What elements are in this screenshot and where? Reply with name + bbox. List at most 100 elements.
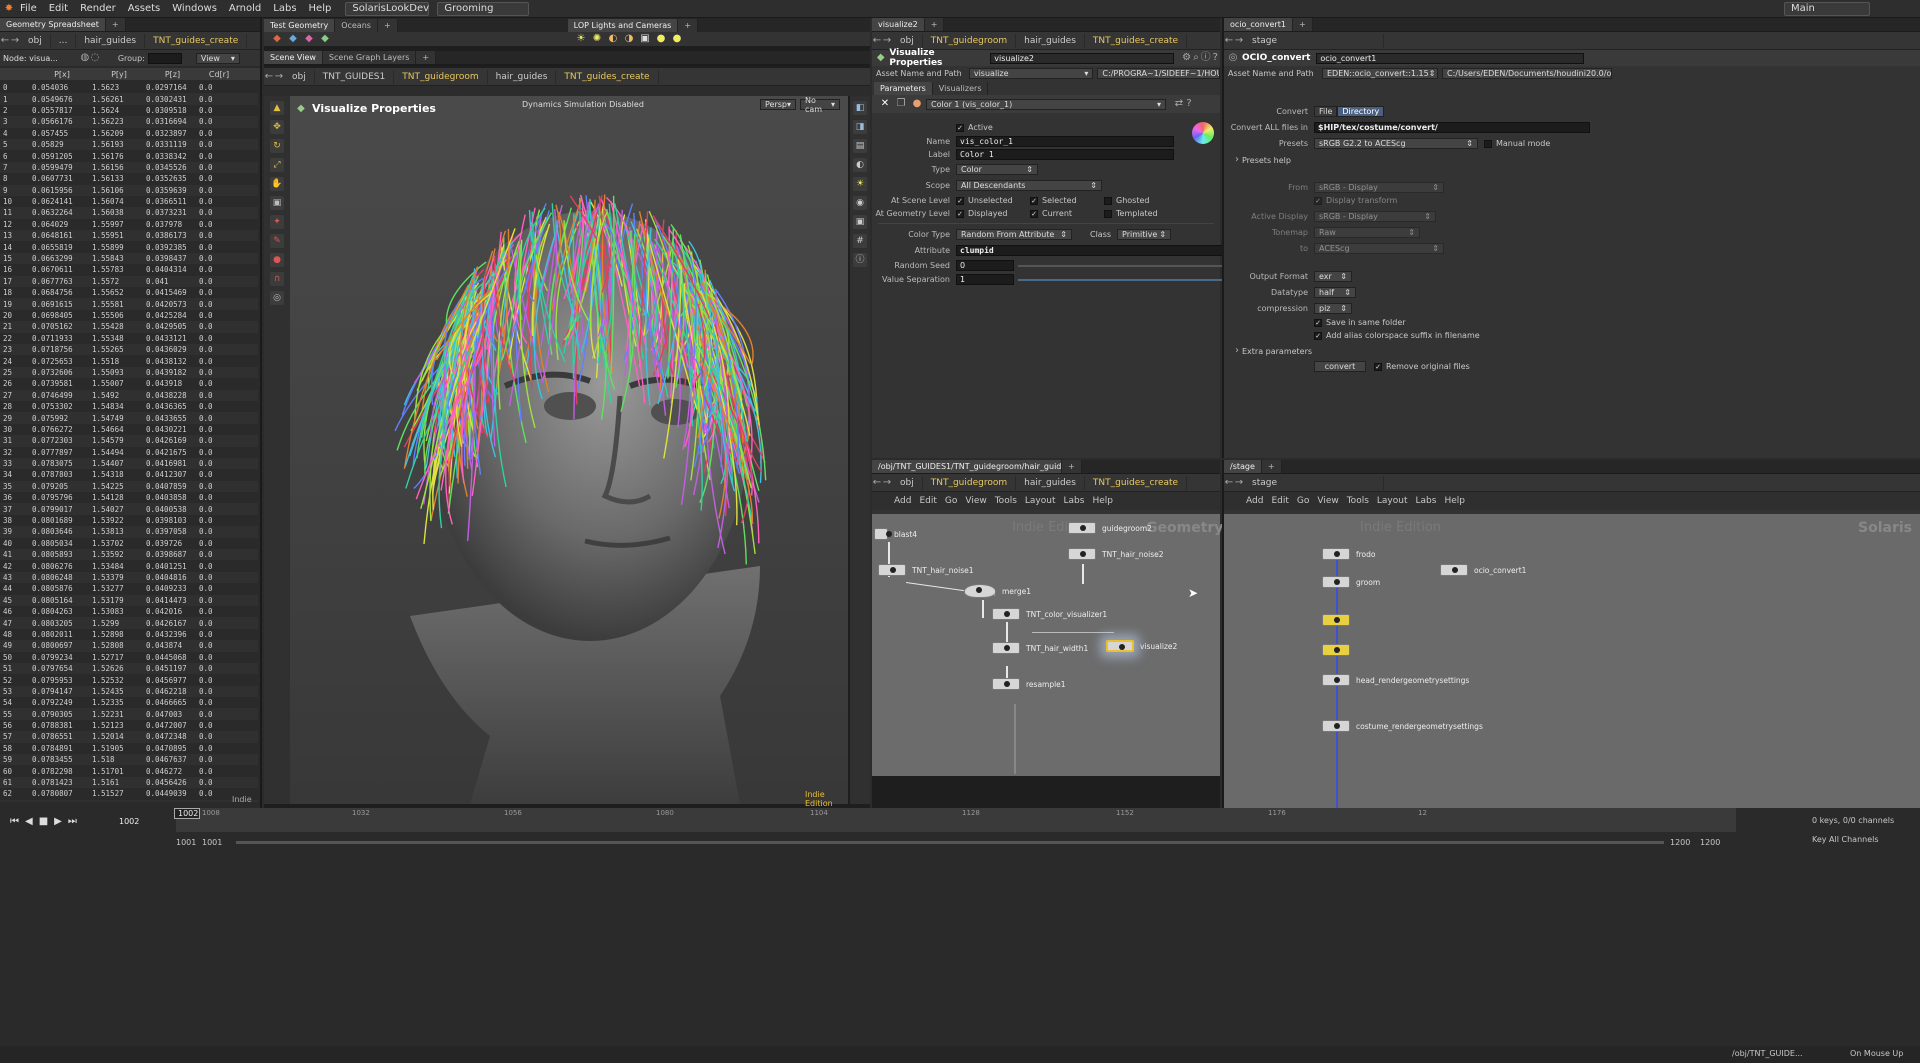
crumb-tnt-guidegroom[interactable]: TNT_guidegroom xyxy=(923,33,1017,48)
table-row[interactable]: 21 0.0705162 1.55428 0.0429505 0.0 xyxy=(0,321,258,333)
net-menu-go[interactable]: Go xyxy=(945,496,957,506)
help-icon[interactable]: ? xyxy=(1211,53,1220,63)
close-icon[interactable]: ✕ xyxy=(880,99,890,109)
current-frame-field[interactable]: 1002 xyxy=(116,816,148,827)
net-menu-layout[interactable]: Layout xyxy=(1377,496,1408,506)
from-dropdown[interactable]: sRGB - Display ⇕ xyxy=(1314,182,1444,193)
table-row[interactable]: 60 0.0782298 1.51701 0.046272 0.0 xyxy=(0,765,258,776)
label-field[interactable]: Color 1 xyxy=(956,149,1174,160)
light-icon[interactable]: ✺ xyxy=(592,34,602,44)
manual-mode-checkbox[interactable] xyxy=(1484,139,1492,148)
add-tab-button[interactable]: + xyxy=(1261,460,1282,473)
crumb-tnt-guides-create[interactable]: TNT_guides_create xyxy=(556,69,659,84)
play-reverse-icon[interactable]: ◀ xyxy=(25,816,33,827)
templated-checkbox[interactable] xyxy=(1104,209,1112,218)
active-checkbox[interactable]: ✓ xyxy=(956,123,964,132)
tab-test-geometry[interactable]: Test Geometry xyxy=(264,19,336,32)
select-tool-icon[interactable]: ▲ xyxy=(270,101,284,115)
help-icon[interactable]: ? xyxy=(1184,99,1194,109)
menu-labs[interactable]: Labs xyxy=(267,3,302,14)
light-icon[interactable]: ● xyxy=(656,34,666,44)
net-menu-add[interactable]: Add xyxy=(1246,496,1263,506)
table-row[interactable]: 52 0.0795953 1.52532 0.0456977 0.0 xyxy=(0,674,258,685)
stop-icon[interactable]: ■ xyxy=(39,816,48,827)
filter-icon[interactable]: ◍ xyxy=(80,53,90,63)
to-dropdown[interactable]: ACEScg ⇕ xyxy=(1314,243,1444,254)
camera-menu[interactable]: No cam ▾ xyxy=(800,96,840,114)
output-format-dropdown[interactable]: exr ⇕ xyxy=(1314,271,1352,282)
table-row[interactable]: 25 0.0732606 1.55093 0.0439182 0.0 xyxy=(0,366,258,379)
active-display-dropdown[interactable]: sRGB - Display ⇕ xyxy=(1314,211,1436,222)
range-start2[interactable]: 1001 xyxy=(202,838,222,847)
first-frame-icon[interactable]: ⏮ xyxy=(10,816,19,827)
tab-visualize2[interactable]: visualize2 xyxy=(872,18,925,31)
table-row[interactable]: 13 0.0648161 1.55951 0.0386173 0.0 xyxy=(0,230,258,242)
remove-originals-checkbox[interactable]: ✓ xyxy=(1374,362,1382,371)
net-menu-view[interactable]: View xyxy=(1317,496,1338,506)
displayed-checkbox[interactable]: ✓ xyxy=(956,209,964,218)
tab-stage[interactable]: /stage xyxy=(1224,460,1262,473)
snap-icon[interactable]: ◎ xyxy=(270,291,284,305)
table-row[interactable]: 59 0.0783455 1.518 0.0467637 0.0 xyxy=(0,754,258,766)
scope-dropdown[interactable]: All Descendants ⇕ xyxy=(956,180,1102,191)
table-row[interactable]: 23 0.0718756 1.55265 0.0436029 0.0 xyxy=(0,343,258,356)
add-tab-button[interactable]: + xyxy=(924,18,945,31)
menu-arnold[interactable]: Arnold xyxy=(223,3,267,14)
camera-icon[interactable]: ▣ xyxy=(640,34,650,44)
table-row[interactable]: 19 0.0691615 1.55581 0.0420573 0.0 xyxy=(0,298,258,310)
display-transform-checkbox[interactable]: ✓ xyxy=(1314,196,1322,205)
crumb-stage[interactable]: stage xyxy=(1244,33,1384,48)
visibility-icon[interactable]: ◉ xyxy=(853,196,867,210)
magnet-icon[interactable]: ∩ xyxy=(270,272,284,286)
light-icon[interactable]: ☀ xyxy=(853,177,867,191)
table-row[interactable]: 50 0.0799234 1.52717 0.0445068 0.0 xyxy=(0,652,258,663)
forward-icon[interactable]: → xyxy=(882,35,892,46)
display-option-icon[interactable]: ◧ xyxy=(853,101,867,115)
light-icon[interactable]: ● xyxy=(672,34,682,44)
table-row[interactable]: 44 0.0805876 1.53277 0.0409233 0.0 xyxy=(0,583,258,594)
table-row[interactable]: 58 0.0784891 1.51905 0.0470895 0.0 xyxy=(0,743,258,754)
range-start[interactable]: 1001 xyxy=(176,838,196,847)
col-pz[interactable]: P[z] xyxy=(146,70,199,79)
table-row[interactable]: 42 0.0806276 1.53484 0.0401251 0.0 xyxy=(0,560,258,571)
table-row[interactable]: 1 0.0549676 1.56261 0.0302431 0.0 xyxy=(0,93,258,105)
node-resample1[interactable]: resample1 xyxy=(992,678,1066,690)
value-sep-slider[interactable] xyxy=(1018,278,1248,281)
copy-icon[interactable]: ❐ xyxy=(896,99,906,109)
table-row[interactable]: 27 0.0746499 1.5492 0.0438228 0.0 xyxy=(0,389,258,401)
node-tnt-hair-noise2[interactable]: TNT_hair_noise2 xyxy=(1068,548,1164,560)
add-tab-button[interactable]: + xyxy=(1062,460,1082,473)
forward-icon[interactable]: → xyxy=(274,71,284,82)
table-row[interactable]: 630.07804291.514520.04408110.0 xyxy=(0,799,258,802)
lop-node-prune2[interactable] xyxy=(1322,644,1356,656)
table-row[interactable]: 16 0.0670611 1.55783 0.0404314 0.0 xyxy=(0,264,258,275)
lop-node-frodo[interactable]: frodo xyxy=(1322,548,1376,560)
tab-scene-graph-layers[interactable]: Scene Graph Layers xyxy=(322,51,417,64)
light-icon[interactable]: ☀ xyxy=(576,34,586,44)
table-row[interactable]: 34 0.0787803 1.54318 0.0412307 0.0 xyxy=(0,469,258,480)
shading-icon[interactable]: ◐ xyxy=(853,158,867,172)
table-row[interactable]: 45 0.0805164 1.53179 0.0414473 0.0 xyxy=(0,594,258,606)
crumb-hair-guides[interactable]: hair_guides xyxy=(488,69,557,84)
search-icon[interactable]: ⌕ xyxy=(1191,53,1200,63)
light-icon[interactable]: ◑ xyxy=(624,34,634,44)
table-row[interactable]: 28 0.0753302 1.54834 0.0436365 0.0 xyxy=(0,401,258,412)
link-icon[interactable]: ⇄ xyxy=(1174,99,1184,109)
node-tnt-hair-noise1[interactable]: TNT_hair_noise1 xyxy=(878,564,974,576)
node-name-field[interactable]: visualize2 xyxy=(990,52,1174,64)
alias-suffix-checkbox[interactable]: ✓ xyxy=(1314,331,1322,340)
table-row[interactable]: 46 0.0804263 1.53083 0.042016 0.0 xyxy=(0,606,258,617)
node-blast4[interactable]: blast4 xyxy=(874,528,917,540)
same-folder-checkbox[interactable]: ✓ xyxy=(1314,318,1322,327)
random-seed-field[interactable]: 0 xyxy=(956,260,1014,271)
table-row[interactable]: 2 0.0557817 1.5624 0.0309518 0.0 xyxy=(0,105,258,116)
lop-node-prune1[interactable] xyxy=(1322,614,1356,626)
menu-render[interactable]: Render xyxy=(74,3,122,14)
table-row[interactable]: 17 0.0677763 1.5572 0.041 0.0 xyxy=(0,275,258,288)
table-row[interactable]: 11 0.0632264 1.56038 0.0373231 0.0 xyxy=(0,207,258,219)
gear-icon[interactable]: ⚙ xyxy=(1182,53,1191,63)
net-menu-labs[interactable]: Labs xyxy=(1416,496,1437,506)
attribute-field[interactable]: clumpid▾ xyxy=(956,245,1248,256)
table-row[interactable]: 41 0.0805893 1.53592 0.0398687 0.0 xyxy=(0,549,258,561)
brush-tool-icon[interactable]: ✎ xyxy=(270,234,284,248)
